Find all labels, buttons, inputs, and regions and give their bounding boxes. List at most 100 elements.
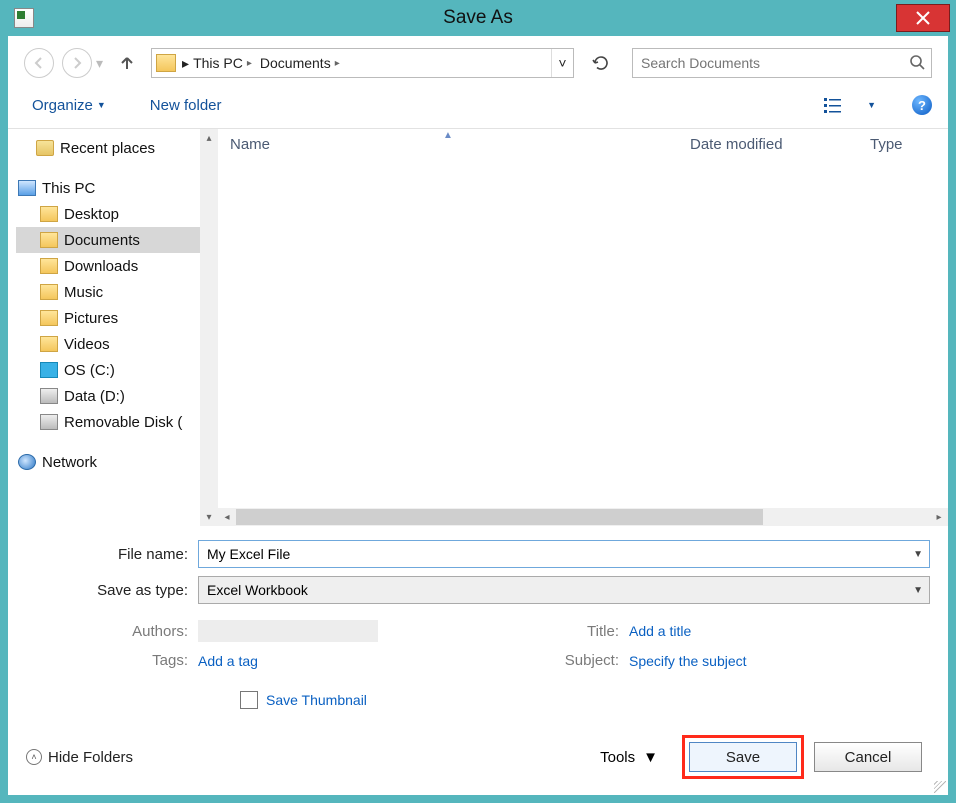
resize-gripper-icon[interactable] — [934, 781, 946, 793]
folder-icon — [40, 284, 58, 300]
chevron-right-icon: ▸ — [182, 55, 189, 72]
tree-documents[interactable]: Documents — [16, 227, 218, 253]
tree-recent-places[interactable]: Recent places — [12, 135, 218, 161]
chevron-down-icon: ▼ — [97, 100, 106, 110]
address-breadcrumb[interactable]: ▸ This PC ▸ Documents ▸ ˅ — [151, 48, 574, 78]
help-button[interactable]: ? — [912, 95, 932, 115]
tree-this-pc[interactable]: This PC — [12, 175, 218, 201]
save-form: File name: ▼ Save as type: ▼ Authors: Ti… — [8, 526, 948, 715]
tree-desktop[interactable]: Desktop — [16, 201, 218, 227]
chevron-down-icon[interactable]: ▼ — [913, 585, 923, 596]
arrow-right-icon — [70, 56, 84, 70]
save-button[interactable]: Save — [689, 742, 797, 772]
breadcrumb-documents[interactable]: Documents ▸ — [256, 49, 344, 77]
cancel-button[interactable]: Cancel — [814, 742, 922, 772]
save-thumbnail-label[interactable]: Save Thumbnail — [266, 692, 367, 708]
window-close-button[interactable] — [896, 4, 950, 32]
refresh-button[interactable] — [586, 48, 616, 78]
new-folder-button[interactable]: New folder — [150, 97, 222, 114]
close-icon — [916, 11, 930, 25]
scrollbar-thumb[interactable] — [236, 509, 763, 525]
tree-downloads[interactable]: Downloads — [16, 253, 218, 279]
tree-music[interactable]: Music — [16, 279, 218, 305]
arrow-left-icon — [32, 56, 46, 70]
chevron-down-icon: ▼ — [643, 749, 658, 766]
subject-label: Subject: — [499, 652, 629, 669]
scroll-right-button[interactable]: ▸ — [930, 512, 948, 523]
scroll-up-button[interactable]: ▴ — [200, 129, 218, 147]
saveastype-input[interactable] — [205, 581, 913, 599]
windows-drive-icon — [40, 362, 58, 378]
tree-network[interactable]: Network — [12, 449, 218, 475]
search-input[interactable] — [639, 54, 909, 72]
excel-app-icon — [14, 8, 34, 28]
view-options-button[interactable] — [819, 92, 847, 118]
tree-scrollbar[interactable]: ▴ ▾ — [200, 129, 218, 526]
authors-field[interactable] — [198, 620, 378, 642]
computer-icon — [18, 180, 36, 196]
tools-button[interactable]: Tools ▼ — [600, 749, 658, 766]
tree-item-label: This PC — [42, 180, 95, 197]
breadcrumb-label: Documents — [260, 55, 331, 71]
tree-item-label: Downloads — [64, 258, 138, 275]
subject-field[interactable]: Specify the subject — [629, 653, 930, 669]
nav-row: ▾ ▸ This PC ▸ Documents ▸ ˅ — [8, 36, 948, 86]
tree-item-label: Pictures — [64, 310, 118, 327]
address-dropdown-button[interactable]: ˅ — [551, 49, 573, 77]
tree-item-label: Videos — [64, 336, 110, 353]
folder-icon — [156, 54, 176, 72]
tree-pictures[interactable]: Pictures — [16, 305, 218, 331]
folder-icon — [40, 310, 58, 326]
view-details-icon — [823, 96, 843, 114]
nav-up-button[interactable] — [115, 51, 139, 75]
folder-icon — [40, 206, 58, 222]
arrow-up-icon — [119, 55, 135, 71]
title-field[interactable]: Add a title — [629, 623, 930, 639]
column-label: Name — [230, 136, 270, 153]
chevron-down-icon[interactable]: ▼ — [913, 549, 923, 560]
tags-label: Tags: — [26, 652, 198, 669]
organize-button[interactable]: Organize ▼ — [32, 97, 106, 114]
tree-item-label: OS (C:) — [64, 362, 115, 379]
column-name[interactable]: Name ▲ — [218, 136, 678, 153]
nav-forward-button[interactable] — [62, 48, 92, 78]
metadata-grid: Authors: Title: Add a title Tags: Add a … — [26, 620, 930, 669]
hide-folders-button[interactable]: ˄ Hide Folders — [26, 749, 133, 766]
toolbar: Organize ▼ New folder ▼ ? — [8, 86, 948, 128]
folder-icon — [40, 232, 58, 248]
hide-folders-label: Hide Folders — [48, 749, 133, 766]
drive-icon — [40, 414, 58, 430]
recent-locations-dropdown[interactable]: ▾ — [96, 55, 103, 72]
tree-item-label: Removable Disk ( — [64, 414, 182, 431]
save-button-highlight: Save — [682, 735, 804, 779]
network-icon — [18, 454, 36, 470]
filename-input[interactable] — [205, 545, 913, 563]
save-thumbnail-row: Save Thumbnail — [240, 691, 930, 709]
organize-label: Organize — [32, 97, 93, 114]
view-options-dropdown[interactable]: ▼ — [863, 96, 880, 114]
filename-combobox[interactable]: ▼ — [198, 540, 930, 568]
tree-data-d[interactable]: Data (D:) — [16, 383, 218, 409]
tree-item-label: Data (D:) — [64, 388, 125, 405]
nav-back-button[interactable] — [24, 48, 54, 78]
tree-os-c[interactable]: OS (C:) — [16, 357, 218, 383]
tree-item-label: Desktop — [64, 206, 119, 223]
recent-places-icon — [36, 140, 54, 156]
tree-videos[interactable]: Videos — [16, 331, 218, 357]
scroll-down-button[interactable]: ▾ — [200, 508, 218, 526]
save-thumbnail-checkbox[interactable] — [240, 691, 258, 709]
sort-ascending-icon: ▲ — [443, 130, 453, 141]
column-type[interactable]: Type — [858, 136, 948, 153]
tree-removable-disk[interactable]: Removable Disk ( — [16, 409, 218, 435]
tags-field[interactable]: Add a tag — [198, 653, 499, 669]
file-list[interactable] — [218, 159, 948, 508]
breadcrumb-this-pc[interactable]: This PC ▸ — [189, 49, 256, 77]
scroll-left-button[interactable]: ◂ — [218, 512, 236, 523]
chevron-right-icon: ▸ — [247, 58, 252, 69]
search-box[interactable] — [632, 48, 932, 78]
search-icon[interactable] — [909, 54, 925, 73]
folder-icon — [40, 258, 58, 274]
saveastype-combobox[interactable]: ▼ — [198, 576, 930, 604]
column-date-modified[interactable]: Date modified — [678, 136, 858, 153]
list-horizontal-scrollbar[interactable]: ◂ ▸ — [218, 508, 948, 526]
